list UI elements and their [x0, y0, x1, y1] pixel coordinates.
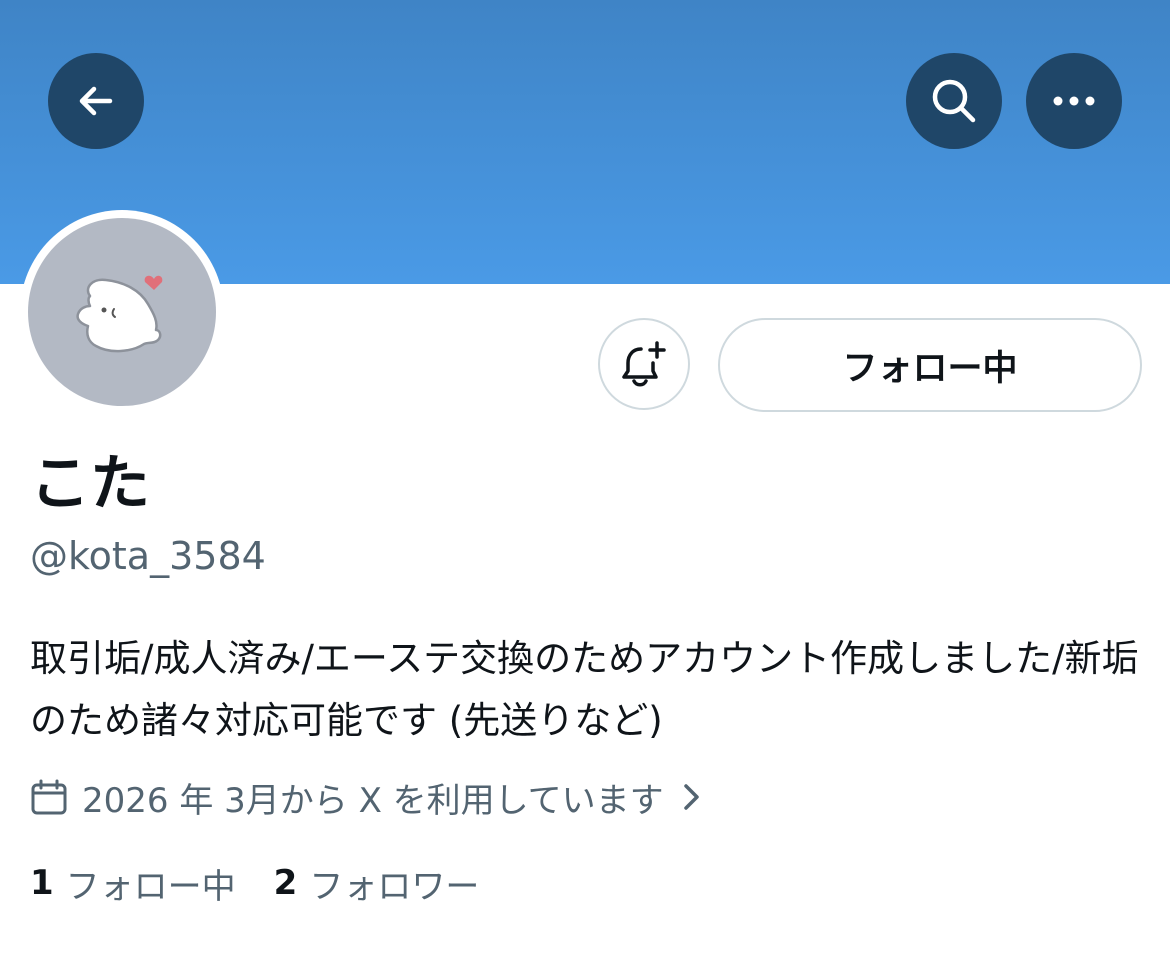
followers-stat-link[interactable]: 2 フォロワー	[274, 859, 480, 908]
chevron-right-icon	[680, 780, 702, 814]
followers-label: フォロワー	[309, 866, 480, 907]
joined-date-text: 2026 年 3月から X を利用しています	[82, 780, 664, 821]
search-button[interactable]	[906, 53, 1002, 149]
user-handle: @kota_3584	[30, 534, 266, 578]
ghost-avatar-icon	[76, 275, 163, 353]
more-horizontal-icon	[1053, 96, 1095, 106]
avatar[interactable]	[28, 218, 216, 406]
display-name: こた	[30, 449, 150, 519]
back-button[interactable]	[48, 53, 144, 149]
notify-button[interactable]	[598, 318, 690, 410]
more-button[interactable]	[1026, 53, 1122, 149]
bell-plus-icon	[622, 341, 666, 387]
following-stat-link[interactable]: 1 フォロー中	[30, 859, 236, 908]
followers-count: 2	[273, 863, 298, 903]
following-label: フォロー中	[65, 866, 236, 907]
follow-stats: 1 フォロー中 2 フォロワー	[30, 858, 517, 908]
arrow-left-icon	[79, 86, 113, 116]
search-icon	[932, 79, 976, 123]
profile-bio: 取引垢/成人済み/エーステ交換のためアカウント作成しました/新垢のため諸々対応可…	[30, 637, 1139, 742]
following-button[interactable]: フォロー中	[718, 318, 1142, 412]
calendar-icon	[30, 778, 68, 816]
joined-date-link[interactable]: 2026 年 3月から X を利用しています	[30, 772, 702, 822]
following-count: 1	[30, 863, 54, 903]
